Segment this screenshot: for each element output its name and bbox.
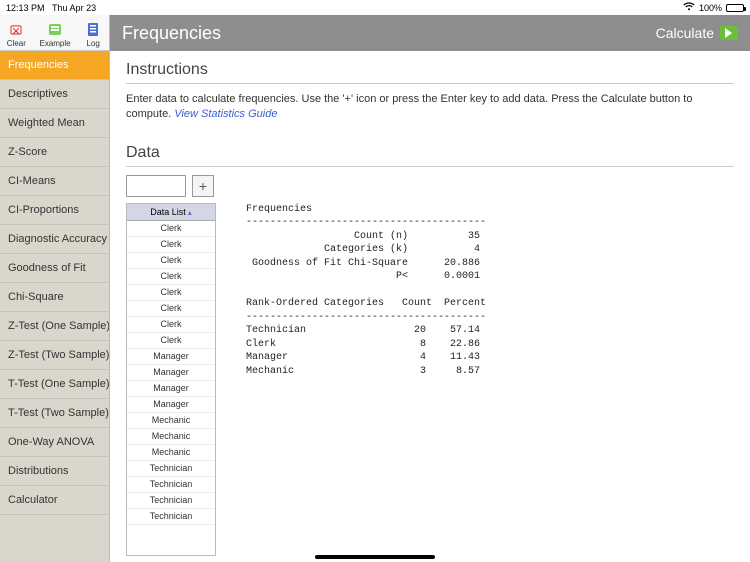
- list-item[interactable]: Technician: [127, 493, 215, 509]
- log-button[interactable]: Log: [84, 20, 102, 48]
- data-heading: Data: [126, 144, 734, 167]
- list-item[interactable]: Technician: [127, 477, 215, 493]
- wifi-icon: [683, 2, 695, 13]
- example-button[interactable]: Example: [39, 20, 70, 48]
- battery-icon: [726, 4, 744, 12]
- add-data-button[interactable]: +: [192, 175, 214, 197]
- sidebar-item-ci-proportions[interactable]: CI-Proportions: [0, 196, 109, 225]
- list-item[interactable]: Technician: [127, 509, 215, 525]
- sidebar-item-frequencies[interactable]: Frequencies: [0, 51, 109, 80]
- left-column: Clear Example Log FrequenciesDescriptive…: [0, 15, 110, 562]
- log-label: Log: [87, 39, 100, 48]
- clear-button[interactable]: Clear: [7, 20, 26, 48]
- list-item[interactable]: Clerk: [127, 269, 215, 285]
- data-list: Data List▴ ClerkClerkClerkClerkClerkCler…: [126, 203, 216, 556]
- sidebar-item-ci-means[interactable]: CI-Means: [0, 167, 109, 196]
- page-title: Frequencies: [122, 23, 221, 44]
- content-area: Instructions Enter data to calculate fre…: [110, 51, 750, 562]
- calculate-button[interactable]: Calculate: [656, 25, 738, 41]
- list-item[interactable]: Mechanic: [127, 445, 215, 461]
- output-area: Frequencies ----------------------------…: [246, 203, 734, 556]
- list-item[interactable]: Clerk: [127, 221, 215, 237]
- instructions-heading: Instructions: [126, 61, 734, 84]
- home-indicator: [315, 555, 435, 559]
- list-item[interactable]: Clerk: [127, 301, 215, 317]
- clear-label: Clear: [7, 39, 26, 48]
- sort-icon: ▴: [188, 208, 192, 217]
- list-item[interactable]: Clerk: [127, 253, 215, 269]
- data-input[interactable]: [126, 175, 186, 197]
- sidebar-item-diagnostic-accuracy[interactable]: Diagnostic Accuracy: [0, 225, 109, 254]
- list-item[interactable]: Manager: [127, 397, 215, 413]
- list-item[interactable]: Manager: [127, 349, 215, 365]
- sidebar-item-calculator[interactable]: Calculator: [0, 486, 109, 515]
- data-list-header[interactable]: Data List▴: [127, 204, 215, 221]
- list-item[interactable]: Manager: [127, 365, 215, 381]
- toolbar: Clear Example Log: [0, 15, 109, 51]
- status-date: Thu Apr 23: [52, 3, 96, 13]
- instructions-text: Enter data to calculate frequencies. Use…: [126, 92, 734, 122]
- sidebar-item-z-score[interactable]: Z-Score: [0, 138, 109, 167]
- sidebar-item-t-test-two-sample-[interactable]: T-Test (Two Sample): [0, 399, 109, 428]
- list-item[interactable]: Manager: [127, 381, 215, 397]
- sidebar-item-chi-square[interactable]: Chi-Square: [0, 283, 109, 312]
- sidebar-item-t-test-one-sample-[interactable]: T-Test (One Sample): [0, 370, 109, 399]
- sidebar: FrequenciesDescriptivesWeighted MeanZ-Sc…: [0, 51, 109, 562]
- status-time: 12:13 PM: [6, 3, 45, 13]
- list-item[interactable]: Mechanic: [127, 429, 215, 445]
- sidebar-item-descriptives[interactable]: Descriptives: [0, 80, 109, 109]
- example-label: Example: [39, 39, 70, 48]
- status-bar: 12:13 PM Thu Apr 23 100%: [0, 0, 750, 15]
- sidebar-item-goodness-of-fit[interactable]: Goodness of Fit: [0, 254, 109, 283]
- view-guide-link[interactable]: View Statistics Guide: [174, 108, 277, 120]
- output-text: Frequencies ----------------------------…: [246, 203, 734, 379]
- list-item[interactable]: Clerk: [127, 285, 215, 301]
- calculate-label: Calculate: [656, 25, 714, 41]
- sidebar-item-weighted-mean[interactable]: Weighted Mean: [0, 109, 109, 138]
- clear-icon: [7, 20, 25, 38]
- list-item[interactable]: Clerk: [127, 333, 215, 349]
- list-item[interactable]: Technician: [127, 461, 215, 477]
- sidebar-item-distributions[interactable]: Distributions: [0, 457, 109, 486]
- example-icon: [46, 20, 64, 38]
- plus-icon: +: [199, 178, 207, 194]
- list-item[interactable]: Clerk: [127, 317, 215, 333]
- sidebar-item-z-test-two-sample-[interactable]: Z-Test (Two Sample): [0, 341, 109, 370]
- header-bar: Frequencies Calculate: [110, 15, 750, 51]
- arrow-right-icon: [720, 26, 738, 40]
- sidebar-item-z-test-one-sample-[interactable]: Z-Test (One Sample): [0, 312, 109, 341]
- list-item[interactable]: Mechanic: [127, 413, 215, 429]
- battery-pct: 100%: [699, 3, 722, 13]
- right-column: Frequencies Calculate Instructions Enter…: [110, 15, 750, 562]
- sidebar-item-one-way-anova[interactable]: One-Way ANOVA: [0, 428, 109, 457]
- list-item[interactable]: Clerk: [127, 237, 215, 253]
- log-icon: [84, 20, 102, 38]
